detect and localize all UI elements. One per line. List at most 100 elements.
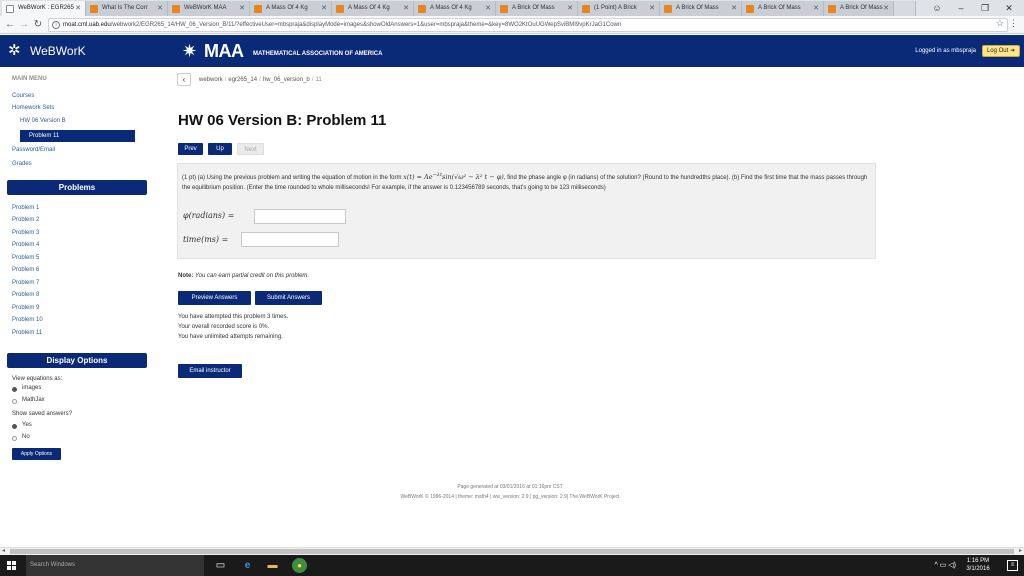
breadcrumb-item: 11 xyxy=(315,77,322,84)
radio-yes-label: Yes xyxy=(22,422,32,428)
chegg-icon xyxy=(172,5,180,13)
browser-tab[interactable]: WeBWorK : EGR265 ✕ xyxy=(2,1,86,16)
network-icon[interactable]: ▭ xyxy=(940,562,947,569)
user-icon[interactable]: ☺ xyxy=(926,0,948,16)
sidebar-problem-link[interactable]: Problem 3 xyxy=(12,230,39,236)
chegg-icon xyxy=(746,5,754,13)
back-chevron-icon[interactable]: ‹ xyxy=(177,73,191,86)
scroll-left-icon[interactable]: ◂ xyxy=(2,547,5,554)
bookmark-star-icon[interactable]: ☆ xyxy=(996,18,1004,29)
maa-star-icon: ✷ xyxy=(182,41,198,61)
prev-button[interactable]: Prev xyxy=(178,143,203,155)
close-tab-icon[interactable]: ✕ xyxy=(239,1,245,16)
notification-icon[interactable]: ≡ xyxy=(1007,560,1018,571)
sidebar-problem-link[interactable]: Problem 7 xyxy=(12,280,39,286)
close-tab-icon[interactable]: ✕ xyxy=(567,1,573,16)
scroll-right-icon[interactable]: ▸ xyxy=(1019,547,1022,554)
chegg-icon xyxy=(418,5,426,13)
task-view-icon[interactable]: ▭ xyxy=(214,559,227,572)
breadcrumb-item[interactable]: webwork xyxy=(199,77,223,83)
tray-icons[interactable]: ^ ▭ ◁) xyxy=(934,561,956,569)
submit-answers-button[interactable]: Submit Answers xyxy=(255,291,322,305)
sidebar-problem-link[interactable]: Problem 9 xyxy=(12,305,39,311)
logout-button[interactable]: Log Out ➜ xyxy=(981,45,1020,57)
minimize-button[interactable]: – xyxy=(950,0,972,16)
close-tab-icon[interactable]: ✕ xyxy=(157,1,163,16)
close-window-button[interactable]: ✕ xyxy=(998,0,1020,16)
preview-answers-button[interactable]: Preview Answers xyxy=(178,291,251,305)
webwork-logo[interactable]: ✲ WeBWorK xyxy=(8,41,86,61)
close-tab-icon[interactable]: ✕ xyxy=(403,1,409,16)
back-arrow-icon[interactable]: ← xyxy=(4,18,16,32)
display-options-heading: Display Options xyxy=(7,353,147,368)
email-instructor-button[interactable]: Email instructor xyxy=(178,364,242,378)
sidebar-problem-link[interactable]: Problem 8 xyxy=(12,292,39,298)
browser-tab[interactable]: A Brick Of Mass ✕ xyxy=(660,1,742,16)
browser-tab[interactable]: What Is The Corr ✕ xyxy=(86,1,168,16)
sidebar-link-grades[interactable]: Grades xyxy=(12,161,32,167)
close-tab-icon[interactable]: ✕ xyxy=(813,1,819,16)
close-tab-icon[interactable]: ✕ xyxy=(75,1,81,16)
maximize-button[interactable]: ❐ xyxy=(974,0,996,16)
close-tab-icon[interactable]: ✕ xyxy=(649,1,655,16)
chevron-up-icon[interactable]: ^ xyxy=(934,562,937,569)
breadcrumb-separator: / xyxy=(311,77,314,84)
sidebar-problem-link[interactable]: Problem 2 xyxy=(12,217,39,223)
sidebar-link-courses[interactable]: Courses xyxy=(12,93,34,99)
edge-icon[interactable]: e xyxy=(241,559,254,572)
sidebar-link-current-problem[interactable]: Problem 11 xyxy=(20,130,135,142)
menu-dots-icon[interactable]: ⋮ xyxy=(1009,18,1018,29)
volume-icon[interactable]: ◁) xyxy=(948,562,956,569)
time-input[interactable] xyxy=(241,232,339,247)
browser-tab[interactable]: A Brick Of Mass ✕ xyxy=(496,1,578,16)
sidebar-link-homework-sets[interactable]: Homework Sets xyxy=(12,105,54,111)
browser-tab[interactable]: WeBWorK MAA ✕ xyxy=(168,1,250,16)
forward-arrow-icon[interactable]: → xyxy=(18,18,30,32)
browser-tab[interactable]: (1 Point) A Brick ✕ xyxy=(578,1,660,16)
info-icon[interactable]: i xyxy=(52,21,60,29)
chegg-icon xyxy=(90,5,98,13)
clock[interactable]: 1:16 PM 3/1/2016 xyxy=(960,557,996,573)
radio-mathjax[interactable] xyxy=(12,399,17,404)
sidebar-problem-link[interactable]: Problem 5 xyxy=(12,255,39,261)
chegg-icon xyxy=(664,5,672,13)
radio-yes[interactable] xyxy=(12,424,17,429)
view-equations-label: View equations as: xyxy=(12,376,63,382)
taskbar-search[interactable]: Search Windows xyxy=(26,555,204,576)
radio-images-label: images xyxy=(22,385,42,391)
sidebar-problem-link[interactable]: Problem 10 xyxy=(12,317,43,323)
sidebar-problem-link[interactable]: Problem 1 xyxy=(12,205,39,211)
close-tab-icon[interactable]: ✕ xyxy=(485,1,491,16)
sidebar: MAIN MENU Courses Homework Sets HW 06 Ve… xyxy=(0,67,160,547)
phase-angle-input[interactable] xyxy=(254,209,346,224)
reload-icon[interactable]: ↻ xyxy=(32,18,44,32)
address-bar[interactable]: i moat.cml.uab.edu/webwork2/EGR265_14/HW… xyxy=(48,18,1008,32)
file-explorer-icon[interactable]: ▬ xyxy=(266,559,279,572)
up-button[interactable]: Up xyxy=(208,143,232,155)
sidebar-problem-link[interactable]: Problem 4 xyxy=(12,242,39,248)
radio-no[interactable] xyxy=(12,436,17,441)
sidebar-link-password[interactable]: Password/Email xyxy=(12,147,55,153)
close-tab-icon[interactable]: ✕ xyxy=(731,1,737,16)
scrollbar-thumb[interactable] xyxy=(10,549,1014,554)
breadcrumb-item[interactable]: egr265_14 xyxy=(228,77,257,83)
sidebar-link-set[interactable]: HW 06 Version B xyxy=(20,118,66,124)
time-label: time(ms) = xyxy=(183,235,229,244)
sidebar-problem-link[interactable]: Problem 11 xyxy=(12,330,42,336)
score-text: Your overall recorded score is 0%. xyxy=(178,324,270,330)
browser-tab[interactable]: A Mass Of 4 Kg ✕ xyxy=(332,1,414,16)
breadcrumb-item[interactable]: hw_06_version_b xyxy=(263,77,310,83)
windows-start-icon[interactable] xyxy=(7,561,16,570)
browser-tab[interactable]: A Brick Of Mass ✕ xyxy=(742,1,824,16)
radio-images[interactable] xyxy=(12,387,17,392)
browser-tab[interactable]: A Mass Of 4 Kg ✕ xyxy=(250,1,332,16)
browser-tab[interactable]: A Mass Of 4 Kg ✕ xyxy=(414,1,496,16)
close-tab-icon[interactable]: ✕ xyxy=(883,1,889,16)
apply-options-button[interactable]: Apply Options xyxy=(12,448,61,460)
sidebar-problem-link[interactable]: Problem 6 xyxy=(12,267,39,273)
chrome-icon[interactable]: ● xyxy=(292,558,307,573)
horizontal-scrollbar[interactable]: ◂ ▸ xyxy=(0,547,1024,555)
new-tab-button[interactable] xyxy=(894,1,916,16)
browser-tab[interactable]: A Brick Of Mass ✕ xyxy=(824,1,894,16)
close-tab-icon[interactable]: ✕ xyxy=(321,1,327,16)
